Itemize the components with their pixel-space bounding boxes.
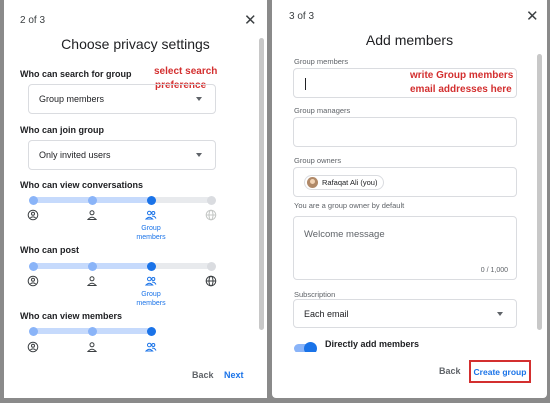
- close-icon[interactable]: ✕: [244, 13, 257, 28]
- slider-stop-members-selected[interactable]: [146, 195, 156, 205]
- scroll-fade: [272, 352, 547, 360]
- group-members-icon: [145, 342, 157, 352]
- annotation-line-1: select search: [154, 66, 218, 77]
- slider-stop-web[interactable]: [206, 261, 216, 271]
- back-button[interactable]: Back: [439, 366, 461, 376]
- slider-stop-owners[interactable]: [28, 195, 38, 205]
- view-conversations-slider[interactable]: [28, 195, 216, 205]
- managers-label: Group managers: [294, 106, 351, 115]
- slider-stop-owners[interactable]: [28, 326, 38, 336]
- sublabel-line-1: Group: [141, 291, 161, 298]
- selected-option-label: Group members: [126, 224, 176, 242]
- join-select-value: Only invited users: [39, 150, 111, 160]
- manager-icon: [86, 276, 98, 286]
- join-label: Who can join group: [20, 125, 104, 135]
- view-members-slider[interactable]: [28, 326, 156, 336]
- search-label: Who can search for group: [20, 69, 132, 79]
- annotation-line-1: write Group members: [410, 70, 514, 81]
- group-members-icon: [145, 210, 157, 220]
- post-label: Who can post: [20, 245, 79, 255]
- group-members-icon: [145, 276, 157, 286]
- create-group-button[interactable]: Create group: [469, 360, 531, 383]
- privacy-settings-dialog: 2 of 3 ✕ Choose privacy settings Who can…: [4, 0, 267, 398]
- view-conversations-label: Who can view conversations: [20, 180, 144, 190]
- dialog-title: Add members: [365, 32, 454, 48]
- direct-add-label: Directly add members: [325, 339, 420, 349]
- owner-icon: [27, 275, 39, 287]
- slider-stop-managers[interactable]: [87, 326, 97, 336]
- slider-stop-managers[interactable]: [87, 261, 97, 271]
- subscription-select-value: Each email: [304, 308, 349, 319]
- character-counter: 0 / 1,000: [480, 267, 508, 274]
- annotation-write-emails: write Group members email addresses here: [410, 69, 513, 97]
- globe-icon: [205, 209, 217, 221]
- view-members-label: Who can view members: [20, 311, 123, 321]
- step-indicator: 3 of 3: [289, 11, 315, 22]
- slider-stop-owners[interactable]: [28, 261, 38, 271]
- search-select-value: Group members: [39, 94, 105, 104]
- owners-input[interactable]: Rafaqat Ali (you): [293, 167, 517, 197]
- slider-stop-web[interactable]: [206, 195, 216, 205]
- sublabel-line-2: members: [136, 300, 166, 307]
- slider-stop-members-selected[interactable]: [146, 261, 156, 271]
- chevron-down-icon: [196, 97, 202, 101]
- manager-icon: [86, 342, 98, 352]
- post-slider[interactable]: [28, 261, 216, 271]
- slider-stop-members-selected[interactable]: [146, 326, 156, 336]
- owners-label: Group owners: [294, 156, 342, 165]
- scrollbar[interactable]: [537, 54, 542, 330]
- welcome-placeholder: Welcome message: [304, 229, 385, 240]
- selected-option-label: Group members: [126, 290, 176, 308]
- owner-chip-label: Rafaqat Ali (you): [322, 178, 378, 187]
- close-icon[interactable]: ✕: [526, 9, 539, 24]
- chevron-down-icon: [196, 153, 202, 157]
- search-select[interactable]: Group members: [28, 84, 216, 114]
- welcome-message-textarea[interactable]: Welcome message 0 / 1,000: [293, 216, 517, 280]
- back-button[interactable]: Back: [192, 370, 214, 380]
- add-members-dialog: 3 of 3 ✕ Add members Group members write…: [272, 0, 547, 398]
- subscription-label: Subscription: [294, 290, 336, 299]
- sublabel-line-1: Group: [141, 225, 161, 232]
- sublabel-line-2: members: [136, 234, 166, 241]
- owner-note: You are a group owner by default: [294, 201, 405, 210]
- managers-input[interactable]: [293, 117, 517, 147]
- step-indicator: 2 of 3: [20, 15, 46, 26]
- owner-icon: [27, 341, 39, 353]
- owner-chip[interactable]: Rafaqat Ali (you): [304, 175, 385, 190]
- globe-icon: [205, 275, 217, 287]
- avatar: [307, 177, 318, 188]
- annotation-line-2: email addresses here: [410, 84, 512, 95]
- owner-icon: [27, 209, 39, 221]
- chevron-down-icon: [497, 311, 503, 316]
- dialog-title: Choose privacy settings: [61, 36, 210, 52]
- manager-icon: [86, 210, 98, 220]
- slider-stop-managers[interactable]: [87, 195, 97, 205]
- next-button[interactable]: Next: [224, 370, 244, 380]
- subscription-select[interactable]: Each email: [293, 299, 517, 328]
- join-select[interactable]: Only invited users: [28, 140, 216, 170]
- scrollbar[interactable]: [259, 38, 264, 330]
- members-label: Group members: [294, 57, 349, 66]
- text-cursor: [305, 78, 306, 90]
